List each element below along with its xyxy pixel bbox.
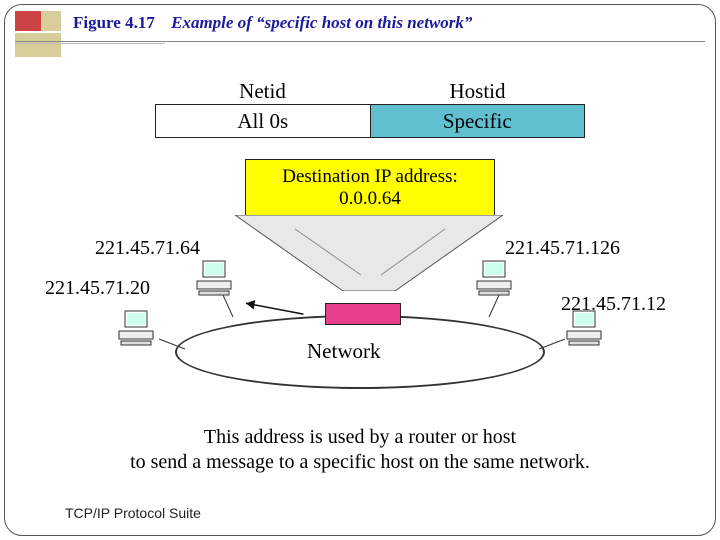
connector-line — [485, 293, 505, 319]
footer-text: TCP/IP Protocol Suite — [65, 505, 201, 521]
header: Figure 4.17 Example of “specific host on… — [15, 11, 705, 57]
connector-line — [157, 333, 187, 353]
ip-label-host1: 221.45.71.64 — [95, 237, 200, 260]
address-bar: Netid Hostid All 0s Specific — [155, 79, 585, 138]
connector-line — [537, 333, 567, 353]
network-label: Network — [307, 339, 380, 364]
netid-cell: All 0s — [156, 105, 371, 137]
destination-label: Destination IP address: — [250, 166, 490, 188]
destination-box: Destination IP address: 0.0.0.64 — [245, 159, 495, 217]
header-rule — [15, 41, 705, 55]
slide-frame: Figure 4.17 Example of “specific host on… — [4, 4, 716, 536]
ip-label-host2: 221.45.71.20 — [45, 277, 150, 300]
network-diagram: Network — [75, 285, 645, 405]
hostid-cell: Specific — [371, 105, 585, 137]
router-icon — [325, 303, 401, 325]
figure-number: Figure 4.17 — [73, 13, 155, 32]
funnel-icon — [235, 215, 503, 291]
caption-line2: to send a message to a specific host on … — [95, 450, 625, 475]
arrow-icon — [235, 291, 305, 331]
figure-caption: Example of “specific host on this networ… — [171, 13, 472, 32]
netid-header: Netid — [155, 79, 370, 104]
hostid-header: Hostid — [370, 79, 585, 104]
connector-line — [217, 293, 237, 319]
caption: This address is used by a router or host… — [95, 425, 625, 475]
caption-line1: This address is used by a router or host — [95, 425, 625, 450]
destination-value: 0.0.0.64 — [250, 188, 490, 210]
figure-title: Figure 4.17 Example of “specific host on… — [73, 13, 472, 33]
ip-label-host3: 221.45.71.126 — [505, 237, 620, 260]
ip-label-host4: 221.45.71.12 — [561, 293, 666, 316]
